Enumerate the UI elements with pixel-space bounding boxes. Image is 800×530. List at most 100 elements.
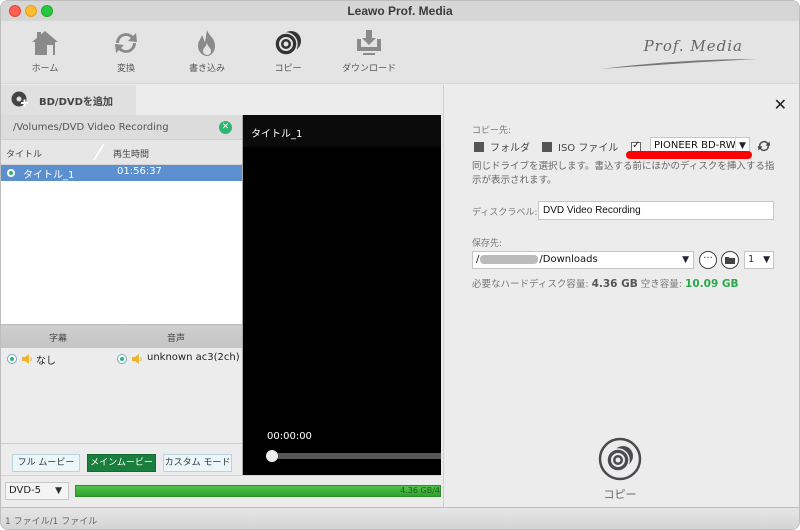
folder-icon <box>725 257 735 264</box>
copy-button[interactable]: コピー <box>596 437 644 502</box>
seek-bar[interactable] <box>271 453 441 459</box>
tracks-header: 字幕 音声 <box>1 324 242 348</box>
source-panel: /Volumes/DVD Video Recording ✕ タイトル 再生時間… <box>1 115 243 475</box>
drive-value: PIONEER BD-RW <box>654 140 736 151</box>
folder-option-label: フォルダ <box>490 143 530 154</box>
copy-disc-icon <box>274 31 301 56</box>
seek-handle[interactable] <box>266 450 278 462</box>
home-icon <box>32 31 58 55</box>
subtitle-value: なし <box>36 356 56 367</box>
toolbar-burn-label: 書き込み <box>188 64 225 74</box>
audio-value: unknown ac3(2ch) <box>147 352 240 363</box>
disc-type-select[interactable]: DVD-5 ▼ <box>5 482 69 500</box>
bottom-bar: DVD-5 ▼ 4.36 GB/4 <box>1 475 441 507</box>
folder-checkbox[interactable] <box>474 142 484 152</box>
copy-button-label: コピー <box>603 488 637 501</box>
source-path: /Volumes/DVD Video Recording <box>13 122 169 133</box>
title-duration: 01:56:37 <box>117 166 162 177</box>
title-row[interactable]: タイトル_1 01:56:37 <box>1 165 242 181</box>
remove-source-icon[interactable]: ✕ <box>219 121 232 134</box>
toolbar-convert[interactable]: 変換 <box>91 27 161 74</box>
red-highlight-mark <box>626 151 752 159</box>
burn-icon <box>198 30 215 56</box>
title-bar: Leawo Prof. Media <box>1 1 799 21</box>
free-space-label: 空き容量: <box>640 279 682 290</box>
column-duration[interactable]: 再生時間 <box>113 147 149 160</box>
logo-swoosh <box>601 59 757 69</box>
title-radio[interactable] <box>7 169 15 177</box>
copies-value: 1 <box>748 254 755 265</box>
logo-text: Prof. Media <box>643 37 743 55</box>
chevron-down-icon: ▼ <box>682 255 689 265</box>
mode-bar: フル ムービー メインムービー カスタム モード <box>1 443 242 475</box>
save-path-suffix: /Downloads <box>539 254 598 265</box>
folder-browse-button[interactable] <box>721 251 739 269</box>
source-path-bar: /Volumes/DVD Video Recording ✕ <box>1 115 242 140</box>
app-logo: Prof. Media <box>599 35 759 75</box>
maximize-window-button[interactable] <box>41 5 53 17</box>
track-row: なし unknown ac3(2ch) <box>1 348 242 443</box>
column-title[interactable]: タイトル <box>6 147 42 160</box>
toolbar-home[interactable]: ホーム <box>10 27 80 74</box>
audio-header: 音声 <box>167 334 186 344</box>
toolbar-convert-label: 変換 <box>116 64 135 74</box>
toolbar-download[interactable]: ダウンロード <box>334 27 404 74</box>
speaker-icon <box>22 354 32 364</box>
convert-icon <box>115 33 137 53</box>
copy-settings-panel: ✕ コピー先: フォルダ ISO ファイル PIONEER BD-RW ▼ 同じ… <box>443 85 799 507</box>
status-bar: 1 ファイル/1 ファイル <box>1 507 799 529</box>
main-toolbar: ホーム 変換 書き込み コピー ダウンロード Prof. Media <box>1 21 799 84</box>
download-icon <box>357 30 381 55</box>
save-path-prefix: / <box>476 254 480 265</box>
toolbar-copy[interactable]: コピー <box>253 27 323 74</box>
add-disc-icon <box>11 91 28 107</box>
toolbar-copy-label: コピー <box>274 64 302 74</box>
custom-mode-button[interactable]: カスタム モード <box>163 454 232 472</box>
required-size-label: 必要なハードディスク容量: <box>472 279 589 290</box>
disc-label-label: ディスクラベル: <box>472 208 538 218</box>
subtitle-header: 字幕 <box>49 334 68 344</box>
audio-radio[interactable] <box>117 354 127 364</box>
iso-checkbox[interactable] <box>542 142 552 152</box>
chevron-down-icon: ▼ <box>763 255 770 265</box>
title-name: タイトル_1 <box>23 170 75 181</box>
toolbar-burn[interactable]: 書き込み <box>172 27 242 74</box>
copy-disc-icon <box>598 437 642 481</box>
close-window-button[interactable] <box>9 5 21 17</box>
preview-time: 00:00:00 <box>267 431 312 442</box>
copies-select[interactable]: 1 ▼ <box>744 251 774 269</box>
add-bd-dvd-label: BD/DVDを追加 <box>39 96 113 108</box>
main-movie-button[interactable]: メインムービー <box>87 454 156 472</box>
speaker-icon <box>132 354 142 364</box>
full-movie-button[interactable]: フル ムービー <box>12 454 80 472</box>
toolbar-home-label: ホーム <box>31 64 59 74</box>
redacted-username <box>480 254 539 264</box>
free-space-value: 10.09 GB <box>685 278 739 290</box>
minimize-window-button[interactable] <box>25 5 37 17</box>
disc-label-input[interactable] <box>538 201 774 220</box>
close-icon[interactable]: ✕ <box>774 95 787 114</box>
add-bd-dvd-button[interactable]: BD/DVDを追加 <box>1 85 136 115</box>
window-title: Leawo Prof. Media <box>347 4 453 18</box>
title-list-header: タイトル 再生時間 <box>1 140 242 165</box>
refresh-icon[interactable] <box>756 138 772 154</box>
status-text: 1 ファイル/1 ファイル <box>5 517 98 527</box>
subtitle-radio[interactable] <box>7 354 17 364</box>
required-size-value: 4.36 GB <box>591 278 638 290</box>
preview-title: タイトル_1 <box>243 115 441 147</box>
save-path-select[interactable]: / /Downloads ▼ <box>472 251 694 269</box>
size-info: 必要なハードディスク容量: 4.36 GB 空き容量: 10.09 GB <box>472 276 739 290</box>
capacity-bar: 4.36 GB/4 <box>75 485 441 497</box>
video-preview: タイトル_1 00:00:00 <box>243 115 441 475</box>
capacity-text: 4.36 GB/4 <box>400 486 440 495</box>
toolbar-download-label: ダウンロード <box>341 64 396 74</box>
app-window: Leawo Prof. Media ホーム 変換 書き込み コピー ダウンロード… <box>0 0 800 530</box>
iso-option-label: ISO ファイル <box>558 143 619 154</box>
save-to-label: 保存先: <box>472 239 503 249</box>
column-separator <box>93 144 105 160</box>
drive-note: 同じドライブを選択します。書込する前にほかのディスクを挿入する指示が表示されます… <box>472 161 775 186</box>
disc-type-value: DVD-5 <box>9 485 42 496</box>
add-bar: BD/DVDを追加 <box>1 85 441 115</box>
more-options-button[interactable]: ··· <box>699 251 717 269</box>
dest-label: コピー先: <box>472 126 512 136</box>
